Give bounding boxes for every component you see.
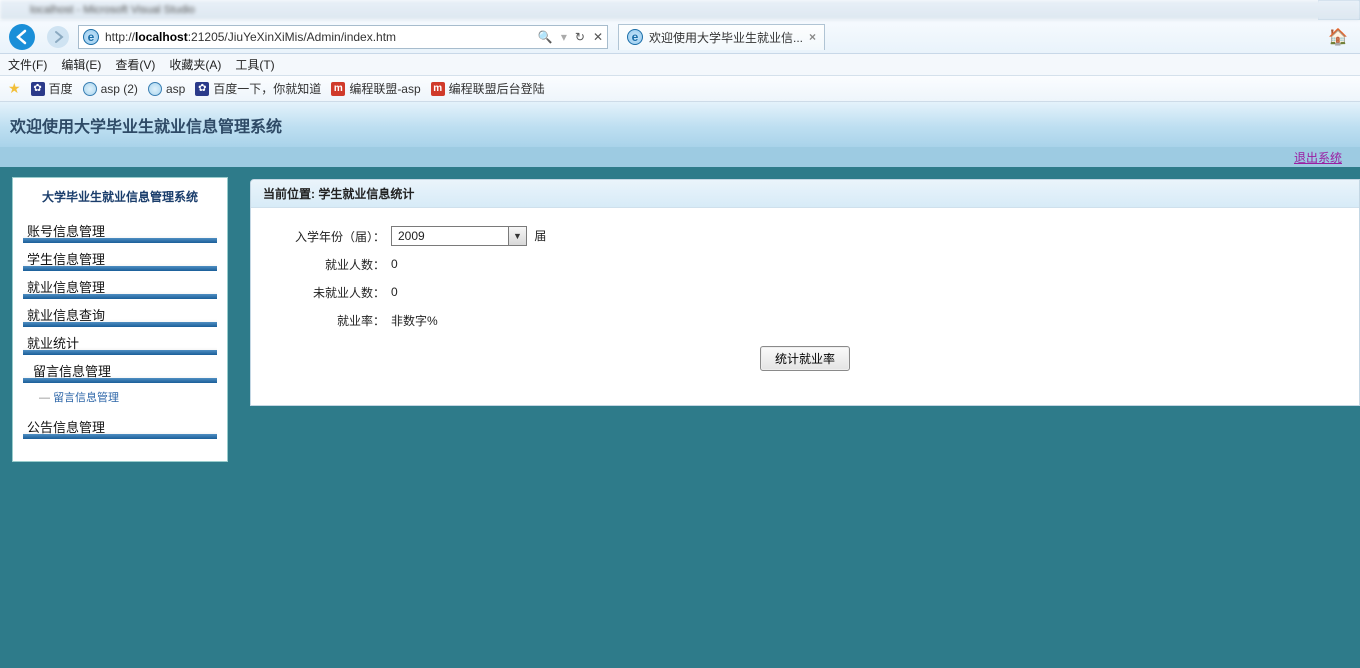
menu-view[interactable]: 查看(V) (115, 56, 155, 73)
sidebar-item-label: 就业统计 (27, 333, 79, 352)
fav-asp2[interactable]: asp (2) (83, 82, 138, 96)
page-subheader: 退出系统 (0, 147, 1360, 167)
address-bar[interactable]: e http://localhost:21205/JiuYeXinXiMis/A… (78, 25, 608, 49)
fav-bclm-admin[interactable]: m 编程联盟后台登陆 (431, 80, 545, 97)
url-prefix: http:// (105, 30, 135, 44)
menu-file[interactable]: 文件(F) (8, 56, 47, 73)
rate-label: 就业率： (271, 312, 391, 329)
fav-label: 百度 (49, 80, 73, 97)
paw-icon: ✿ (195, 82, 209, 96)
employed-value: 0 (391, 257, 398, 271)
sidebar-wrap: 大学毕业生就业信息管理系统 账号信息管理 学生信息管理 就业信息管理 就业信息查… (0, 167, 240, 668)
search-icon[interactable]: 🔍 (538, 30, 553, 44)
favorites-bar: ★ ✿ 百度 asp (2) asp ✿ 百度一下，你就知道 m 编程联盟-asp m… (0, 76, 1360, 102)
year-select[interactable]: 2009 ▼ (391, 226, 527, 246)
stop-icon[interactable]: ✕ (593, 30, 603, 44)
home-icon[interactable]: 🏠 (1328, 27, 1354, 47)
add-favorite-icon[interactable]: ★ (8, 80, 21, 97)
crumb-label: 当前位置: (263, 185, 315, 202)
sidebar-item-label: 留言信息管理 (33, 361, 111, 380)
sidebar-item-label: 账号信息管理 (27, 221, 105, 240)
form-area: 入学年份（届）： 2009 ▼ 届 就业人数： 0 (251, 208, 1359, 381)
m-icon: m (331, 82, 345, 96)
fav-label: 百度一下，你就知道 (213, 80, 321, 97)
sidebar-item-label: 学生信息管理 (27, 249, 105, 268)
back-arrow-icon (8, 23, 36, 51)
paw-icon: ✿ (31, 82, 45, 96)
logout-link[interactable]: 退出系统 (1294, 149, 1342, 166)
address-controls: 🔍 ▾ ↻ ✕ (538, 30, 603, 44)
sidebar-item-employment[interactable]: 就业信息管理 (23, 273, 217, 299)
sidebar-sub-label: 留言信息管理 (53, 392, 119, 404)
sidebar: 大学毕业生就业信息管理系统 账号信息管理 学生信息管理 就业信息管理 就业信息查… (12, 177, 228, 462)
rate-value: 非数字% (391, 312, 438, 329)
m-icon: m (431, 82, 445, 96)
sidebar-item-label: 公告信息管理 (27, 417, 105, 436)
url-text: http://localhost:21205/JiuYeXinXiMis/Adm… (105, 30, 396, 44)
page-body: 大学毕业生就业信息管理系统 账号信息管理 学生信息管理 就业信息管理 就业信息查… (0, 167, 1360, 668)
os-title-text: localhost - Microsoft Visual Studio (30, 4, 195, 16)
year-label: 入学年份（届）： (271, 228, 391, 245)
fav-baidu-know[interactable]: ✿ 百度一下，你就知道 (195, 80, 321, 97)
browser-menubar: 文件(F) 编辑(E) 查看(V) 收藏夹(A) 工具(T) (0, 54, 1360, 76)
sidebar-item-notice[interactable]: 公告信息管理 (23, 413, 217, 439)
browser-navbar: e http://localhost:21205/JiuYeXinXiMis/A… (0, 20, 1360, 54)
url-rest: :21205/JiuYeXinXiMis/Admin/index.htm (188, 30, 396, 44)
sidebar-item-label: 就业信息管理 (27, 277, 105, 296)
refresh-icon[interactable]: ↻ (575, 30, 585, 44)
fav-label: 编程联盟-asp (349, 80, 420, 97)
sidebar-title: 大学毕业生就业信息管理系统 (23, 184, 217, 215)
ie-small-icon (148, 82, 162, 96)
menu-fav[interactable]: 收藏夹(A) (169, 56, 221, 73)
sidebar-item-account[interactable]: 账号信息管理 (23, 217, 217, 243)
fav-asp[interactable]: asp (148, 82, 185, 96)
crumb-value: 学生就业信息统计 (318, 185, 414, 202)
back-button[interactable] (6, 23, 38, 51)
sidebar-item-query[interactable]: 就业信息查询 (23, 301, 217, 327)
unemployed-label: 未就业人数： (271, 284, 391, 301)
year-suffix: 届 (534, 229, 546, 243)
page-title: 欢迎使用大学毕业生就业信息管理系统 (10, 113, 282, 137)
fav-baidu[interactable]: ✿ 百度 (31, 80, 73, 97)
employed-label: 就业人数： (271, 256, 391, 273)
sidebar-subitem-message[interactable]: 留言信息管理 (23, 385, 217, 411)
page-header: 欢迎使用大学毕业生就业信息管理系统 (0, 102, 1360, 147)
ie-icon: e (83, 29, 99, 45)
breadcrumb: 当前位置: 学生就业信息统计 (251, 180, 1359, 208)
menu-tools[interactable]: 工具(T) (235, 56, 274, 73)
ie-small-icon (83, 82, 97, 96)
os-titlebar: localhost - Microsoft Visual Studio (0, 0, 1360, 20)
sidebar-item-label: 就业信息查询 (27, 305, 105, 324)
year-value: 2009 (392, 229, 508, 243)
tab-close-icon[interactable]: × (809, 30, 816, 44)
tab-ie-icon: e (627, 29, 643, 45)
url-host: localhost (135, 30, 188, 44)
tab-title: 欢迎使用大学毕业生就业信... (649, 29, 803, 46)
sidebar-item-stats[interactable]: 就业统计 (23, 329, 217, 355)
forward-arrow-icon (46, 25, 70, 49)
sidebar-item-message[interactable]: 留言信息管理 (23, 357, 217, 383)
fav-label: 编程联盟后台登陆 (449, 80, 545, 97)
fav-label: asp (166, 82, 185, 96)
menu-edit[interactable]: 编辑(E) (61, 56, 101, 73)
browser-tab[interactable]: e 欢迎使用大学毕业生就业信... × (618, 24, 825, 50)
page-content: 欢迎使用大学毕业生就业信息管理系统 退出系统 大学毕业生就业信息管理系统 账号信… (0, 102, 1360, 668)
unemployed-value: 0 (391, 285, 398, 299)
main-wrap: 当前位置: 学生就业信息统计 入学年份（届）： 2009 ▼ 届 (240, 167, 1360, 668)
fav-bclm-asp[interactable]: m 编程联盟-asp (331, 80, 420, 97)
forward-button[interactable] (42, 23, 74, 51)
calculate-button[interactable]: 统计就业率 (760, 346, 850, 371)
sidebar-item-student[interactable]: 学生信息管理 (23, 245, 217, 271)
chevron-down-icon[interactable]: ▼ (508, 227, 526, 245)
fav-label: asp (2) (101, 82, 138, 96)
content-panel: 当前位置: 学生就业信息统计 入学年份（届）： 2009 ▼ 届 (250, 179, 1360, 406)
